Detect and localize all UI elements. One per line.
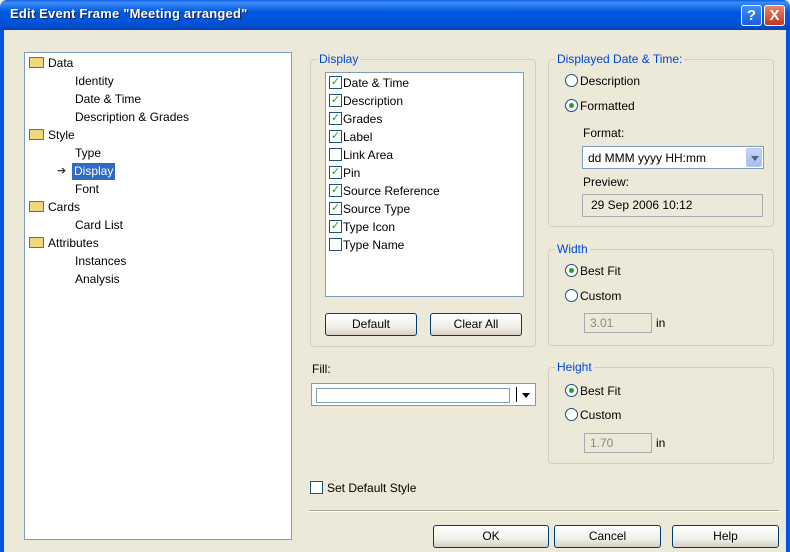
checkbox-checked[interactable]: ✓	[329, 112, 342, 126]
preview-value: 29 Sep 2006 10:12	[582, 194, 763, 217]
checkbox-checked[interactable]: ✓	[329, 76, 342, 90]
help-title-button[interactable]: ?	[741, 5, 762, 26]
tree-item-description-grades[interactable]: Description & Grades	[75, 109, 189, 126]
checkbox-unchecked[interactable]	[329, 238, 342, 252]
fill-swatch	[316, 388, 510, 403]
width-legend: Width	[557, 242, 588, 256]
display-item-grades[interactable]: ✓ Grades	[329, 111, 382, 129]
combo-divider	[516, 387, 517, 402]
window-frame-right	[786, 30, 790, 552]
folder-icon	[29, 57, 44, 69]
format-value: dd MMM yyyy HH:mm	[588, 151, 706, 165]
height-input[interactable]: 1.70	[584, 433, 652, 453]
folder-icon	[29, 129, 44, 141]
help-button[interactable]: Help	[672, 525, 779, 548]
display-item-date-time[interactable]: ✓ Date & Time	[329, 75, 409, 93]
display-item-link-area[interactable]: Link Area	[329, 147, 393, 165]
display-item-label[interactable]: ✓ Label	[329, 129, 372, 147]
tree-item-card-list[interactable]: Card List	[75, 217, 123, 234]
folder-icon	[29, 201, 44, 213]
width-input[interactable]: 3.01	[584, 313, 652, 333]
window-title: Edit Event Frame "Meeting arranged"	[10, 6, 248, 21]
tree-item-style[interactable]: Style	[29, 127, 75, 144]
radio-button[interactable]	[565, 289, 578, 303]
cancel-button[interactable]: Cancel	[554, 525, 661, 548]
display-item-type-name[interactable]: Type Name	[329, 237, 404, 255]
folder-icon	[29, 237, 44, 249]
close-button[interactable]: X	[764, 5, 785, 26]
checkbox-unchecked[interactable]	[310, 481, 323, 495]
height-unit: in	[656, 436, 666, 450]
tree-item-date-time[interactable]: Date & Time	[75, 91, 141, 108]
tree-item-identity[interactable]: Identity	[75, 73, 114, 90]
checkbox-checked[interactable]: ✓	[329, 130, 342, 144]
tree-item-attributes[interactable]: Attributes	[29, 235, 99, 252]
checkbox-checked[interactable]: ✓	[329, 166, 342, 180]
display-item-source-type[interactable]: ✓ Source Type	[329, 201, 410, 219]
window-frame-left	[0, 30, 4, 552]
tree-item-analysis[interactable]: Analysis	[75, 271, 120, 288]
fill-combo[interactable]	[311, 383, 536, 406]
chevron-down-icon[interactable]	[522, 393, 530, 398]
display-legend: Display	[319, 52, 359, 66]
width-unit: in	[656, 316, 666, 330]
checkbox-unchecked[interactable]	[329, 148, 342, 162]
height-legend: Height	[557, 360, 592, 374]
display-item-description[interactable]: ✓ Description	[329, 93, 403, 111]
tree-item-font[interactable]: Font	[75, 181, 99, 198]
radio-button[interactable]	[565, 74, 578, 88]
checkbox-checked[interactable]: ✓	[329, 184, 342, 198]
tree-item-instances[interactable]: Instances	[75, 253, 126, 270]
width-best-fit-radio[interactable]: Best Fit	[565, 262, 621, 280]
clear-all-button[interactable]: Clear All	[430, 313, 522, 336]
height-custom-radio[interactable]: Custom	[565, 406, 621, 424]
width-custom-radio[interactable]: Custom	[565, 287, 621, 305]
description-radio[interactable]: Description	[565, 72, 640, 90]
display-item-source-reference[interactable]: ✓ Source Reference	[329, 183, 440, 201]
tree-item-type[interactable]: Type	[75, 145, 101, 162]
date-time-legend: Displayed Date & Time:	[557, 52, 683, 66]
set-default-style-checkbox-row[interactable]: Set Default Style	[310, 480, 416, 498]
format-select[interactable]: dd MMM yyyy HH:mm	[582, 146, 764, 169]
formatted-radio[interactable]: Formatted	[565, 97, 635, 115]
footer-separator	[309, 510, 779, 512]
tree-item-data[interactable]: Data	[29, 55, 73, 72]
ok-button[interactable]: OK	[433, 525, 549, 548]
display-fields-list[interactable]: ✓ Date & Time ✓ Description ✓ Grades ✓ Label…	[325, 72, 524, 297]
chevron-down-icon[interactable]	[746, 148, 762, 167]
radio-button[interactable]	[565, 408, 578, 422]
radio-button-selected[interactable]	[565, 264, 578, 278]
tree-item-cards[interactable]: Cards	[29, 199, 80, 216]
checkbox-checked[interactable]: ✓	[329, 202, 342, 216]
tree-item-display[interactable]: Display	[72, 163, 116, 180]
radio-button-selected[interactable]	[565, 384, 578, 398]
display-item-pin[interactable]: ✓ Pin	[329, 165, 360, 183]
display-item-type-icon[interactable]: ✓ Type Icon	[329, 219, 395, 237]
preview-label: Preview:	[583, 175, 630, 189]
height-best-fit-radio[interactable]: Best Fit	[565, 382, 621, 400]
checkbox-checked[interactable]: ✓	[329, 220, 342, 234]
radio-button-selected[interactable]	[565, 99, 578, 113]
arrow-right-icon: ➔	[57, 165, 67, 177]
title-bar: Edit Event Frame "Meeting arranged" ? X	[0, 0, 790, 30]
default-button[interactable]: Default	[325, 313, 417, 336]
navigation-tree[interactable]: Data Identity Date & Time Description & …	[24, 52, 292, 540]
checkbox-checked[interactable]: ✓	[329, 94, 342, 108]
fill-label: Fill:	[312, 362, 331, 376]
format-label: Format:	[583, 126, 625, 140]
